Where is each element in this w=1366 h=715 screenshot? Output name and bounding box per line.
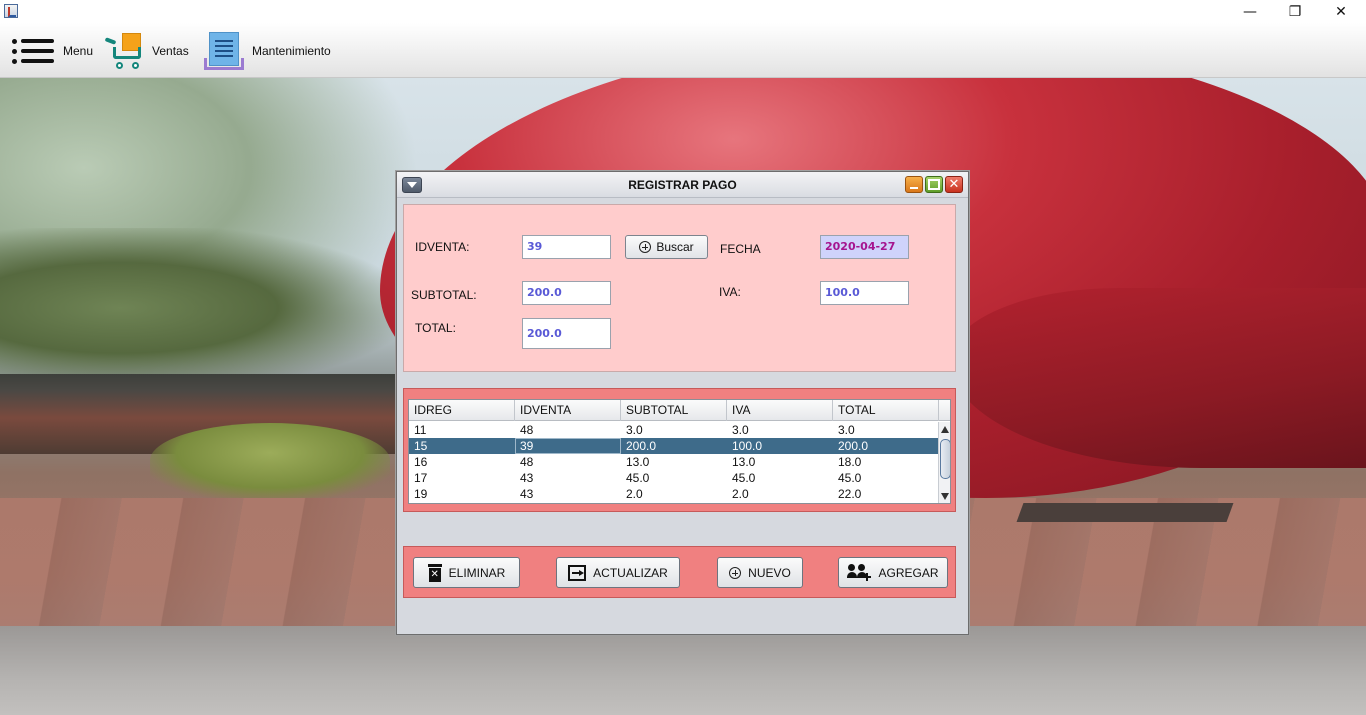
- table-cell: 48: [520, 423, 534, 437]
- scroll-down-arrow-icon[interactable]: [941, 493, 949, 500]
- table-cell: 15: [414, 439, 428, 453]
- column-header-subtotal[interactable]: SUBTOTAL: [621, 400, 727, 421]
- agregar-button[interactable]: AGREGAR: [838, 557, 948, 588]
- menu-item-label: Ventas: [152, 43, 189, 58]
- total-field[interactable]: 200.0: [522, 318, 611, 349]
- table-cell: 45.0: [732, 471, 756, 485]
- table-cell: 19: [414, 487, 428, 501]
- column-header-total[interactable]: TOTAL: [833, 400, 939, 421]
- shopping-cart-icon: [104, 31, 144, 71]
- idventa-field[interactable]: 39: [522, 235, 611, 259]
- window-minimize-button[interactable]: —: [1227, 0, 1273, 23]
- dialog-close-button[interactable]: ✕: [945, 176, 963, 193]
- table-cell: 11: [414, 423, 427, 437]
- table-row[interactable]: 16 48 13.0 13.0 18.0: [409, 454, 939, 470]
- menu-item-label: Mantenimiento: [252, 43, 331, 58]
- eliminar-button[interactable]: ELIMINAR: [413, 557, 520, 588]
- table-cell: 22.0: [838, 487, 862, 501]
- add-circle-icon: [729, 566, 742, 579]
- actualizar-label: ACTUALIZAR: [593, 565, 668, 580]
- nuevo-label: NUEVO: [748, 565, 791, 580]
- hamburger-icon: [12, 36, 55, 66]
- receipt-icon: [204, 30, 244, 72]
- menu-item-mantenimiento[interactable]: Mantenimiento: [204, 23, 331, 78]
- window-title-bar: — ❐ ✕: [0, 0, 1366, 23]
- add-circle-icon: [639, 241, 652, 253]
- nuevo-button[interactable]: NUEVO: [717, 557, 803, 588]
- registrar-pago-dialog: REGISTRAR PAGO ✕ IDVENTA: 39 Buscar FECH…: [396, 171, 969, 635]
- table-cell: 100.0: [732, 439, 763, 453]
- idventa-label: IDVENTA:: [415, 240, 470, 254]
- table-cell: 43: [520, 487, 534, 501]
- iva-label: IVA:: [719, 285, 741, 299]
- menu-item-menu[interactable]: Menu: [12, 23, 93, 78]
- delete-trash-icon: [427, 563, 442, 582]
- table-cell: 200.0: [838, 439, 869, 453]
- payments-table[interactable]: IDREG IDVENTA SUBTOTAL IVA TOTAL 11 48 3…: [408, 399, 951, 504]
- table-cell: 16: [414, 455, 428, 469]
- agregar-label: AGREGAR: [878, 565, 939, 580]
- subtotal-field[interactable]: 200.0: [522, 281, 611, 305]
- window-close-button[interactable]: ✕: [1318, 0, 1364, 23]
- payment-form-panel: IDVENTA: 39 Buscar FECHA 2020-04-27 SUBT…: [403, 204, 956, 372]
- table-cell: 18.0: [838, 455, 862, 469]
- table-cell: 3.0: [838, 423, 855, 437]
- table-cell: 13.0: [732, 455, 756, 469]
- dialog-maximize-button[interactable]: [925, 176, 943, 193]
- buscar-label: Buscar: [656, 240, 694, 254]
- table-header: IDREG IDVENTA SUBTOTAL IVA TOTAL: [409, 400, 950, 421]
- fecha-field[interactable]: 2020-04-27: [820, 235, 909, 259]
- java-app-icon: [4, 4, 18, 18]
- scrollbar-thumb[interactable]: [940, 439, 950, 479]
- column-header-corner: [939, 400, 950, 421]
- actualizar-button[interactable]: ACTUALIZAR: [556, 557, 680, 588]
- iva-field[interactable]: 100.0: [820, 281, 909, 305]
- column-header-iva[interactable]: IVA: [727, 400, 833, 421]
- dialog-minimize-button[interactable]: [905, 176, 923, 193]
- table-cell: 200.0: [626, 439, 657, 453]
- subtotal-label: SUBTOTAL:: [411, 288, 477, 302]
- table-cell: 13.0: [626, 455, 650, 469]
- table-vertical-scrollbar[interactable]: [938, 422, 950, 503]
- table-row[interactable]: 17 43 45.0 45.0 45.0: [409, 470, 939, 486]
- table-cell: 39: [515, 438, 621, 454]
- table-cell: 48: [520, 455, 534, 469]
- table-cell: 17: [414, 471, 428, 485]
- column-header-idreg[interactable]: IDREG: [409, 400, 515, 421]
- table-row-selected[interactable]: 15 39 200.0 100.0 200.0: [409, 438, 939, 454]
- table-row[interactable]: 19 43 2.0 2.0 22.0: [409, 486, 939, 502]
- table-row[interactable]: 11 48 3.0 3.0 3.0: [409, 422, 939, 438]
- table-cell: 3.0: [732, 423, 749, 437]
- update-arrow-icon: [568, 564, 587, 581]
- dialog-title-bar[interactable]: REGISTRAR PAGO ✕: [397, 172, 968, 198]
- column-header-idventa[interactable]: IDVENTA: [515, 400, 621, 421]
- table-body: 11 48 3.0 3.0 3.0 15 39 200.0 100.0 200.…: [409, 422, 939, 502]
- total-label: TOTAL:: [415, 321, 456, 335]
- menu-item-ventas[interactable]: Ventas: [104, 23, 189, 78]
- menu-bar: Menu Ventas Mantenimiento: [0, 23, 1366, 78]
- scroll-up-arrow-icon[interactable]: [941, 426, 949, 433]
- table-cell: 3.0: [626, 423, 643, 437]
- menu-item-label: Menu: [63, 43, 94, 58]
- table-cell: 2.0: [732, 487, 749, 501]
- window-restore-button[interactable]: ❐: [1272, 0, 1318, 23]
- table-cell: 45.0: [626, 471, 650, 485]
- table-cell: 43: [520, 471, 534, 485]
- buscar-button[interactable]: Buscar: [625, 235, 708, 259]
- actions-panel: ELIMINAR ACTUALIZAR NUEVO AGREGAR: [403, 546, 956, 598]
- table-cell: 2.0: [626, 487, 643, 501]
- add-users-icon: [847, 563, 872, 582]
- eliminar-label: ELIMINAR: [448, 565, 506, 580]
- table-cell: 45.0: [838, 471, 862, 485]
- fecha-label: FECHA: [720, 242, 761, 256]
- dialog-title: REGISTRAR PAGO: [628, 178, 737, 192]
- payments-table-panel: IDREG IDVENTA SUBTOTAL IVA TOTAL 11 48 3…: [403, 388, 956, 512]
